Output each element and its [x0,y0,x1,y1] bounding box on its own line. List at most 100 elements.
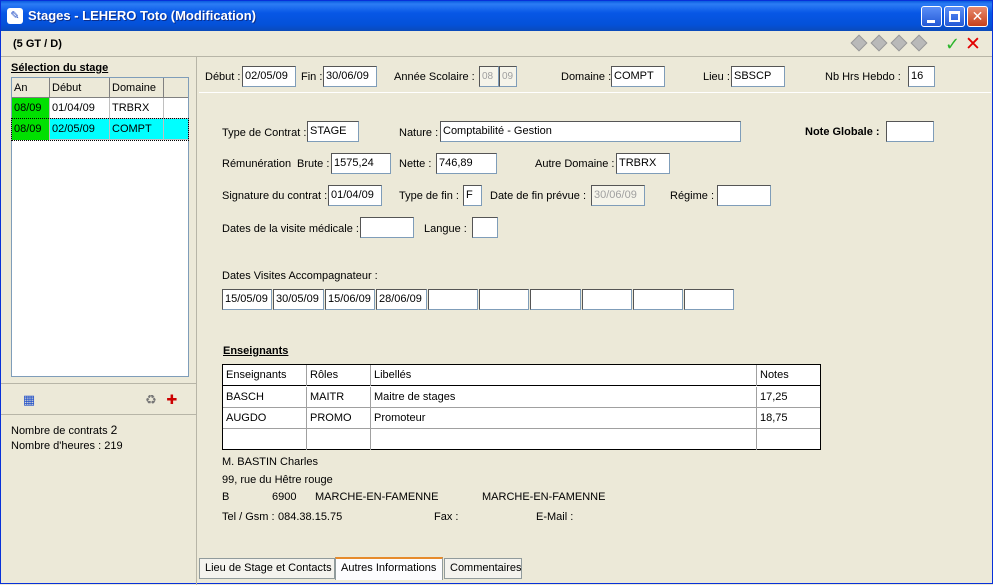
stage-an: 08/09 [12,119,50,140]
debut-field[interactable]: 02/05/09 [242,66,296,87]
visit-date-field[interactable] [582,289,632,310]
contact-name: M. BASTIN Charles [222,456,318,468]
calendar-icon[interactable]: ▦ [21,392,37,408]
brute-label: Brute : [297,158,330,170]
tab-commentaires[interactable]: Commentaires [444,558,522,579]
visite-medicale-field[interactable] [360,217,414,238]
remuneration-label: Rémunération [222,158,292,170]
visit-date-field[interactable] [530,289,581,310]
table-row[interactable]: BASCH MAITR Maitre de stages 17,25 [223,387,820,408]
visit-date-field[interactable] [428,289,478,310]
contact-postcode: 6900 [272,491,297,503]
contact-tel: 084.38.15.75 [278,511,343,523]
brute-field[interactable]: 1575,24 [331,153,391,174]
left-panel: Sélection du stage An Début Domaine 08/0… [1,57,197,585]
col-header-domaine[interactable]: Domaine [110,78,164,98]
regime-field[interactable] [717,185,771,206]
close-button[interactable]: ✕ [967,6,988,27]
regime-label: Régime : [670,190,715,202]
contact-tel-label: Tel / Gsm : [222,511,275,523]
maximize-button[interactable] [944,6,965,27]
fin-field[interactable]: 30/06/09 [323,66,377,87]
stage-domaine: TRBRX [110,98,164,119]
delete-bin-icon[interactable]: ♻ [143,392,159,408]
visit-date-field[interactable] [479,289,529,310]
teacher-note: 17,25 [760,391,788,403]
close-icon: ✕ [971,8,984,24]
date-fin-prevue-label: Date de fin prévue : [490,190,587,202]
visit-date-field[interactable]: 30/05/09 [273,289,324,310]
note-globale-label: Note Globale : [805,126,880,138]
sub-header: (5 GT / D) ✓ ✕ [1,31,992,57]
annee-field-2[interactable]: 09 [499,66,517,87]
col-header-notes[interactable]: Notes [757,365,820,386]
teachers-table: Enseignants Rôles Libellés Notes BASCH M… [222,364,821,450]
teacher-code [223,429,307,450]
autre-domaine-label: Autre Domaine : [535,158,615,170]
validate-check-icon[interactable]: ✓ [945,34,960,55]
note-globale-field[interactable] [886,121,934,142]
fin-label: Fin : [301,71,323,83]
type-fin-field[interactable]: F [463,185,482,206]
table-row[interactable]: AUGDO PROMO Promoteur 18,75 [223,408,820,429]
type-fin-label: Type de fin : [399,190,459,202]
title-bar: ✎ Stages - LEHERO Toto (Modification) ✕ [1,1,992,31]
new-record-icon[interactable]: ✚ [164,392,180,408]
cancel-x-icon[interactable]: ✕ [965,33,981,56]
type-contrat-label: Type de Contrat : [222,127,307,139]
first-record-icon[interactable] [850,34,868,52]
visit-date-field[interactable] [633,289,683,310]
visit-date-field[interactable]: 28/06/09 [376,289,427,310]
tab-lieu-de-stage[interactable]: Lieu de Stage et Contacts [199,558,335,579]
langue-field[interactable] [472,217,498,238]
debut-label: Début : [205,71,241,83]
nette-label: Nette : [399,158,432,170]
visite-medicale-label: Dates de la visite médicale : [222,223,359,235]
teacher-libelle [371,429,757,450]
minimize-icon [927,20,935,23]
visites-label: Dates Visites Accompagnateur : [222,270,378,282]
visit-date-field[interactable]: 15/06/09 [325,289,375,310]
date-fin-prevue-field[interactable]: 30/06/09 [591,185,645,206]
stage-debut: 01/04/09 [50,98,110,119]
minimize-button[interactable] [921,6,942,27]
lieu-field[interactable]: SBSCP [731,66,785,87]
stage-row-selected[interactable]: 08/09 02/05/09 COMPT [11,118,189,141]
nature-field[interactable]: Comptabilité - Gestion [440,121,741,142]
domaine-field[interactable]: COMPT [611,66,665,87]
visit-date-field[interactable] [684,289,734,310]
hours-count-value: 219 [104,440,123,452]
contact-city: MARCHE-EN-FAMENNE [315,491,439,503]
domaine-label: Domaine : [561,71,612,83]
col-header-roles[interactable]: Rôles [307,365,371,386]
nette-field[interactable]: 746,89 [436,153,497,174]
signature-field[interactable]: 01/04/09 [328,185,382,206]
teacher-role: MAITR [307,387,371,408]
contact-country: B [222,491,230,503]
autre-domaine-field[interactable]: TRBRX [616,153,670,174]
table-row[interactable] [223,429,820,450]
col-header-an[interactable]: An [12,78,50,98]
stage-row[interactable]: 08/09 01/04/09 TRBRX [12,98,188,119]
type-contrat-field[interactable]: STAGE [307,121,359,142]
teacher-note [757,429,820,450]
previous-record-icon[interactable] [870,34,888,52]
next-record-icon[interactable] [890,34,908,52]
nbhrs-field[interactable]: 16 [908,66,935,87]
annee-label: Année Scolaire : [394,71,475,83]
col-header-enseignants[interactable]: Enseignants [223,365,307,386]
main-window: ✎ Stages - LEHERO Toto (Modification) ✕ … [0,0,993,585]
visit-date-field[interactable]: 15/05/09 [222,289,272,310]
annee-field-1[interactable]: 08 [479,66,499,87]
hours-count-label: Nombre d'heures : [11,440,102,452]
col-header-libelles[interactable]: Libellés [371,365,757,386]
maximize-icon [949,11,960,22]
contract-count-label: Nombre de contrats [11,425,108,437]
last-record-icon[interactable] [910,34,928,52]
col-header-debut[interactable]: Début [50,78,110,98]
stage-selection-title: Sélection du stage [11,62,109,74]
record-navigation [850,34,933,52]
tab-autres-informations[interactable]: Autres Informations [335,557,443,580]
window-title: Stages - LEHERO Toto (Modification) [28,8,256,23]
teacher-code: AUGDO [223,408,307,429]
